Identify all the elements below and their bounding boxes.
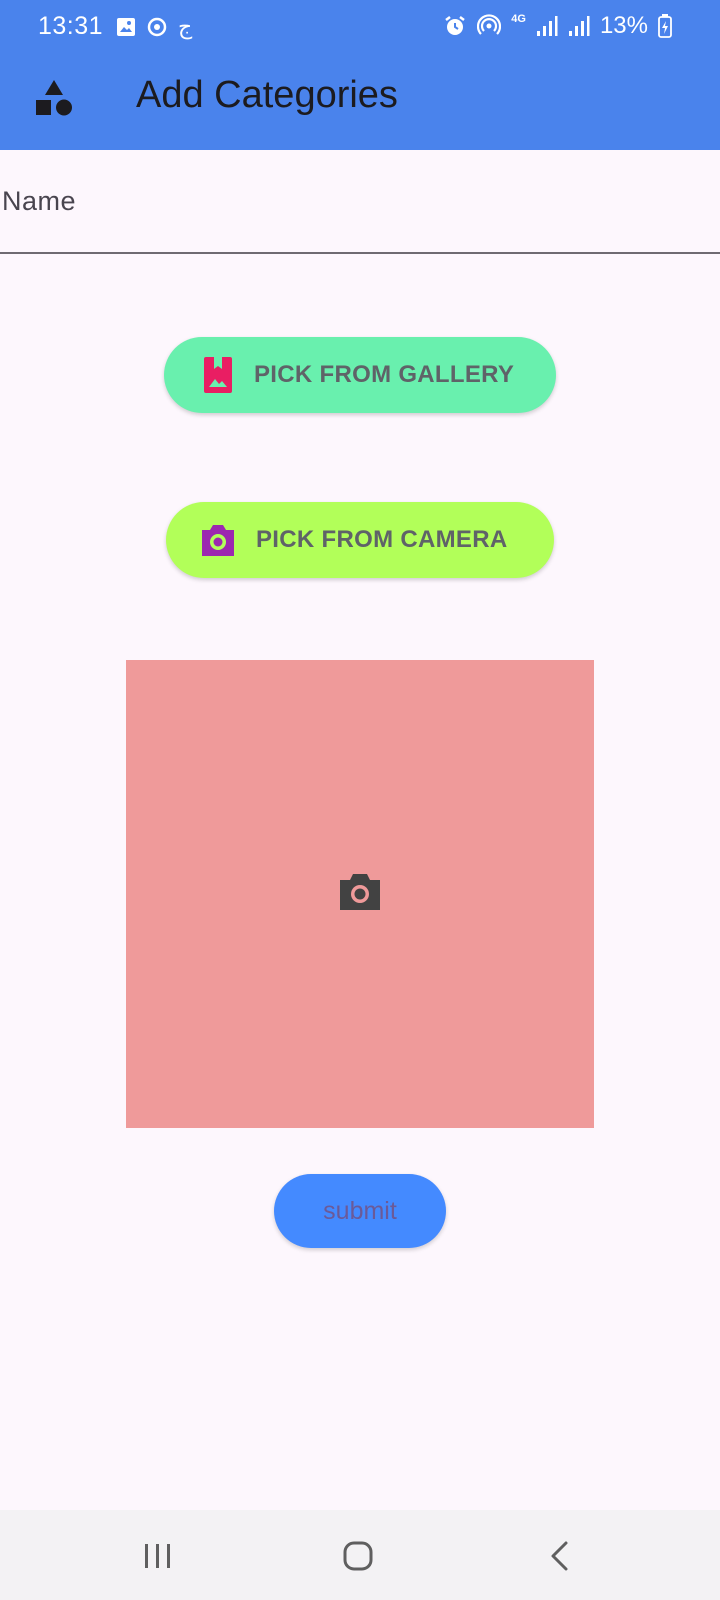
image-preview	[126, 660, 594, 1128]
name-field[interactable]: Name	[0, 150, 720, 254]
arabic-char-icon: ج	[178, 14, 193, 39]
status-notification-icons: ج	[116, 14, 192, 40]
status-bar: 13:31 ج 4G 13%	[0, 0, 720, 52]
camera-icon	[202, 525, 234, 556]
camera-icon	[340, 874, 380, 910]
back-icon[interactable]	[548, 1540, 570, 1572]
system-nav-bar	[0, 1510, 720, 1600]
alarm-icon	[445, 16, 466, 35]
battery-icon	[658, 14, 672, 38]
pick-from-camera-label: PICK FROM CAMERA	[256, 526, 508, 553]
image-icon	[117, 18, 135, 36]
photo-album-icon	[204, 357, 232, 393]
pick-from-gallery-button[interactable]: PICK FROM GALLERY	[164, 337, 556, 413]
app-bar: Add Categories	[0, 52, 720, 150]
network-4g-icon: 4G	[511, 13, 526, 25]
recents-icon[interactable]	[143, 1542, 173, 1570]
sync-icon	[147, 17, 167, 37]
hotspot-icon	[477, 14, 502, 35]
pick-from-camera-button[interactable]: PICK FROM CAMERA	[166, 502, 554, 578]
name-field-label: Name	[2, 186, 77, 216]
home-icon[interactable]	[342, 1540, 374, 1572]
submit-button[interactable]: submit	[274, 1174, 446, 1248]
category-shapes-icon	[36, 80, 72, 116]
signal-icon	[568, 16, 590, 36]
status-system-icons: 4G 13%	[443, 12, 672, 40]
battery-level: 13%	[599, 12, 648, 39]
status-time: 13:31	[38, 12, 104, 40]
page-title: Add Categories	[136, 74, 398, 116]
pick-from-gallery-label: PICK FROM GALLERY	[254, 361, 515, 388]
signal-icon	[536, 16, 558, 36]
